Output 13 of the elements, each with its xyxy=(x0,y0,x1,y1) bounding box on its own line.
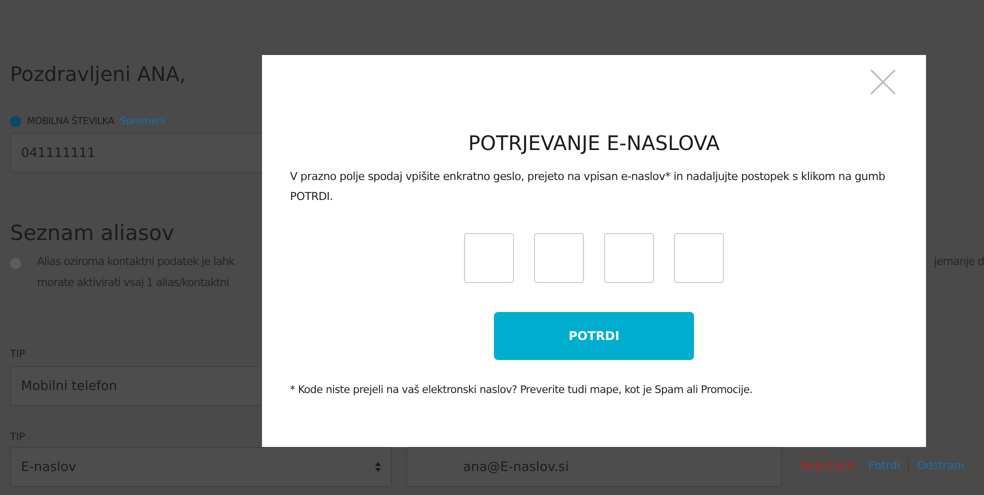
action-link[interactable]: Odstrani xyxy=(917,458,964,472)
updown-arrows-icon xyxy=(375,462,381,472)
code-input[interactable] xyxy=(534,233,584,283)
code-input[interactable] xyxy=(604,233,654,283)
status-text: Nepotrjen xyxy=(800,458,854,472)
action-link[interactable]: Potrdi xyxy=(868,458,900,472)
info-icon xyxy=(10,116,21,127)
modal-title: POTRJEVANJE E-NASLOVA xyxy=(468,131,720,155)
close-icon[interactable] xyxy=(870,69,896,95)
code-input[interactable] xyxy=(464,233,514,283)
code-input[interactable] xyxy=(674,233,724,283)
change-link[interactable]: Spremeni xyxy=(120,116,166,127)
confirm-button[interactable]: POTRDI xyxy=(494,312,694,360)
